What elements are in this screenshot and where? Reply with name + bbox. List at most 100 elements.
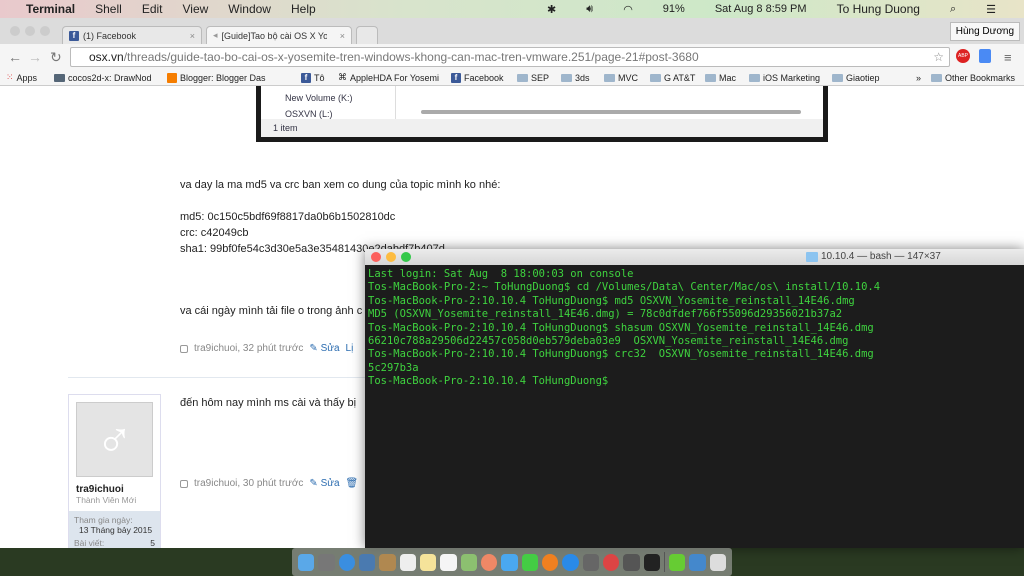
- volume-icon[interactable]: 🔊︎: [586, 3, 593, 16]
- drive-osxvn: OSXVN (L:): [285, 109, 333, 119]
- delete-icon[interactable]: 🗑︎: [346, 478, 359, 489]
- bookmark-sep[interactable]: SEP: [517, 73, 549, 83]
- reload-button[interactable]: ↻: [50, 49, 62, 66]
- minimize-window-button[interactable]: [386, 252, 396, 262]
- menu-shell[interactable]: Shell: [95, 2, 122, 16]
- back-button[interactable]: ←: [8, 49, 22, 65]
- bluetooth-icon[interactable]: ✱: [547, 3, 556, 16]
- bookmark-gatt[interactable]: G AT&T: [650, 73, 695, 83]
- dock-maps-icon[interactable]: [460, 553, 477, 571]
- bookmark-apps[interactable]: ⁙ Apps: [6, 72, 37, 83]
- bookmark-3ds[interactable]: 3ds: [561, 73, 590, 83]
- bookmark-cocos2d[interactable]: cocos2d-x: DrawNod: [54, 73, 152, 83]
- bookmark-facebook[interactable]: f Facebook: [451, 72, 504, 83]
- post1-md5: md5: 0c150c5bdf69f8817da0b6b1502810dc: [180, 211, 396, 223]
- drive-new-volume: New Volume (K:): [285, 93, 353, 103]
- more-link[interactable]: Lị: [346, 343, 354, 354]
- post-author-time[interactable]: tra9ichuoi, 32 phút trước: [194, 343, 303, 354]
- url-path: /threads/guide-tao-bo-cai-os-x-yosemite-…: [123, 50, 699, 64]
- user-name[interactable]: To Hung Duong: [837, 2, 920, 16]
- folder-icon: [561, 73, 572, 82]
- terminal-output[interactable]: Last login: Sat Aug 8 18:00:03 on consol…: [365, 265, 1024, 392]
- spotlight-icon[interactable]: ⌕: [950, 3, 956, 16]
- translate-icon[interactable]: [979, 49, 991, 63]
- dock-messages-icon[interactable]: [501, 553, 518, 571]
- menu-help[interactable]: Help: [291, 2, 316, 16]
- select-checkbox[interactable]: [180, 344, 188, 353]
- facebook-icon: f: [301, 72, 311, 83]
- post-author-time[interactable]: tra9ichuoi, 30 phút trước: [194, 478, 303, 489]
- dock-downloads-icon[interactable]: [668, 553, 686, 571]
- dock-facetime-icon[interactable]: [521, 553, 538, 571]
- dock-trash-icon[interactable]: [709, 553, 726, 571]
- bookmarks-overflow[interactable]: »: [916, 73, 921, 83]
- new-tab-button[interactable]: [356, 26, 378, 44]
- select-checkbox[interactable]: [180, 479, 188, 488]
- facebook-icon: f: [451, 72, 461, 83]
- dock-reminders-icon[interactable]: [440, 553, 457, 571]
- bookmark-label: Mac: [719, 72, 737, 83]
- zoom-window-button[interactable]: [40, 26, 50, 36]
- wifi-icon[interactable]: ◠: [623, 3, 633, 16]
- avatar[interactable]: ♂: [76, 402, 153, 477]
- dock-photos-icon[interactable]: [480, 553, 498, 571]
- bookmark-mac[interactable]: Mac: [705, 73, 736, 83]
- zoom-window-button[interactable]: [401, 252, 411, 262]
- bookmark-blogger[interactable]: Blogger: Blogger Das: [167, 72, 266, 83]
- bookmark-label: Blogger: Blogger Das: [180, 72, 266, 83]
- command-icon: ⌘: [338, 72, 347, 82]
- address-bar[interactable]: osx.vn/threads/guide-tao-bo-cai-os-x-yos…: [70, 47, 950, 67]
- adblock-icon[interactable]: ABP: [956, 49, 970, 63]
- menu-app-name[interactable]: Terminal: [26, 2, 75, 16]
- bookmark-to[interactable]: f Tô: [301, 72, 325, 83]
- forward-button[interactable]: →: [28, 49, 42, 65]
- terminal-window[interactable]: 10.10.4 — bash — 147×37 Last login: Sat …: [365, 249, 1024, 548]
- edit-link[interactable]: ✎ Sửa: [309, 343, 339, 354]
- dock-app-store-icon[interactable]: [562, 553, 579, 571]
- dock-finder-icon[interactable]: [298, 553, 315, 571]
- tab-bar: f (1) Facebook × ◂ [Guide]Tao bộ cài OS X Y…: [0, 18, 1024, 44]
- bookmark-ios-marketing[interactable]: iOS Marketing: [749, 73, 820, 83]
- notification-center-icon[interactable]: ☰: [986, 3, 996, 16]
- minimize-window-button[interactable]: [25, 26, 35, 36]
- close-tab-icon[interactable]: ×: [190, 31, 195, 41]
- user-name[interactable]: tra9ichuoi: [69, 484, 160, 495]
- dock-notes-icon[interactable]: [419, 553, 437, 571]
- bookmark-label: cocos2d-x: DrawNod: [68, 72, 152, 83]
- bookmark-applehda[interactable]: ⌘ AppleHDA For Yosemi: [338, 72, 439, 83]
- dock-chrome-icon[interactable]: [602, 553, 620, 571]
- profile-button[interactable]: Hùng Dương: [949, 22, 1020, 41]
- bookmark-label: Giaotiep: [846, 72, 880, 83]
- dock-terminal-icon[interactable]: [643, 553, 660, 571]
- menu-view[interactable]: View: [183, 2, 209, 16]
- tab-facebook[interactable]: f (1) Facebook ×: [62, 26, 202, 44]
- menu-window[interactable]: Window: [228, 2, 271, 16]
- dock-contacts-icon[interactable]: [379, 553, 396, 571]
- dock-sublime-text-icon[interactable]: [623, 553, 640, 571]
- bookmark-giaotiep[interactable]: Giaotiep: [832, 73, 880, 83]
- edit-link[interactable]: ✎ Sửa: [309, 478, 339, 489]
- dock-launchpad-icon[interactable]: [318, 553, 335, 571]
- dock-applications-icon[interactable]: [689, 553, 706, 571]
- close-window-button[interactable]: [10, 26, 20, 36]
- close-tab-icon[interactable]: ×: [340, 31, 345, 41]
- tab-osxvn[interactable]: ◂ [Guide]Tao bộ cài OS X Yose ×: [206, 26, 352, 44]
- explorer-status: 1 item: [261, 119, 823, 137]
- bookmark-star-icon[interactable]: ☆: [933, 50, 944, 64]
- post-screenshot-image: New Volume (K:) OSXVN (L:) 1 item: [256, 86, 828, 142]
- folder-icon: [749, 73, 760, 82]
- dock-preview-icon[interactable]: [358, 553, 376, 571]
- dock-safari-icon[interactable]: [338, 553, 355, 571]
- clock[interactable]: Sat Aug 8 8:59 PM: [715, 3, 807, 15]
- menu-edit[interactable]: Edit: [142, 2, 163, 16]
- post2-text: đến hôm nay mình ms cài và thấy bị: [180, 397, 357, 409]
- dock-system-preferences-icon[interactable]: [582, 553, 599, 571]
- menu-icon[interactable]: ≡: [1004, 50, 1012, 65]
- dock-calendar-icon[interactable]: [399, 553, 416, 571]
- bookmark-other[interactable]: Other Bookmarks: [931, 73, 1015, 83]
- close-window-button[interactable]: [371, 252, 381, 262]
- terminal-title-bar[interactable]: 10.10.4 — bash — 147×37: [365, 249, 1024, 265]
- battery-percent[interactable]: 91%: [663, 3, 685, 15]
- bookmark-mvc[interactable]: MVC: [604, 73, 638, 83]
- dock-ibooks-icon[interactable]: [541, 553, 559, 571]
